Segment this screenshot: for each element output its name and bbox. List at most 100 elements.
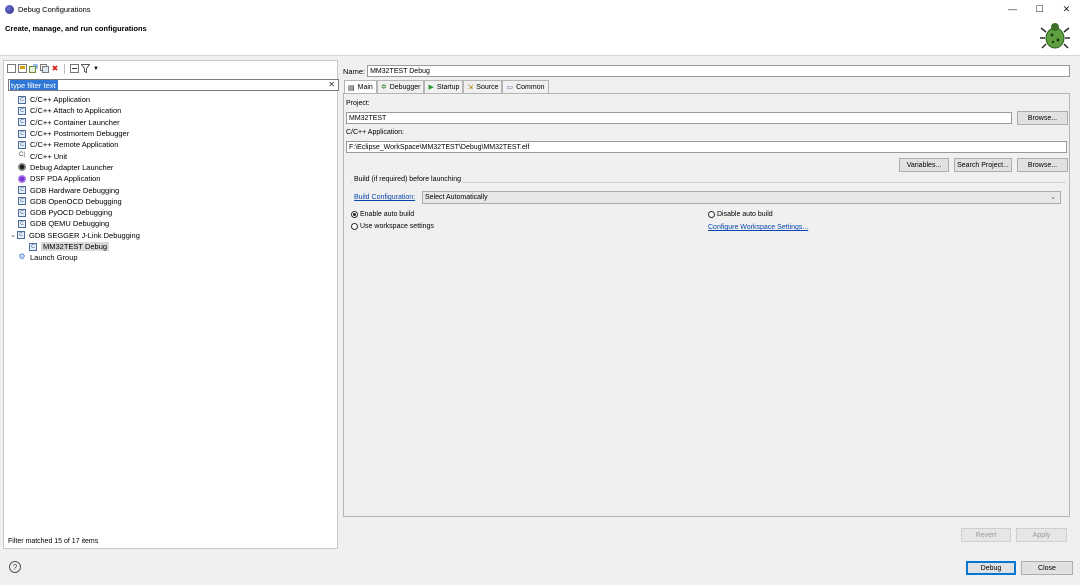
disable-auto-build-radio[interactable]: Disable auto build [708,211,773,218]
debug-bug-icon [1040,20,1070,52]
filter-icon[interactable] [80,64,90,74]
help-icon[interactable]: ? [9,561,21,573]
tree-item-mm32test-debug[interactable]: C MM32TEST Debug [4,241,334,252]
close-window-button[interactable]: ✕ [1053,0,1080,18]
config-tabs: ▤ Main ✲ Debugger ▶ Startup ⇲ Source ▭ C… [344,80,549,94]
project-label: Project: [346,100,370,107]
tree-item-label: Launch Group [30,253,78,263]
tree-item-label: DSF PDA Application [30,174,101,184]
browse-application-button[interactable]: Browse... [1017,158,1068,172]
tab-common[interactable]: ▭ Common [502,80,549,93]
clear-filter-icon[interactable]: ✕ [328,80,335,89]
tree-item-label: MM32TEST Debug [41,242,110,251]
name-row: Name: MM32TEST Debug [343,65,1071,77]
tab-label: Source [476,83,499,91]
tree-item-label: C/C++ Application [30,95,91,105]
tree-item-launch-group[interactable]: ⚙ Launch Group [4,252,334,263]
tree-item-c-cpp-attach[interactable]: C C/C++ Attach to Application [4,105,334,116]
debug-button[interactable]: Debug [966,561,1016,575]
tree-item-gdb-openocd[interactable]: C GDB OpenOCD Debugging [4,196,334,207]
tree-item-label: GDB OpenOCD Debugging [30,196,122,206]
c-config-icon: C [17,231,25,240]
filter-status-text: Filter matched 15 of 17 items [8,538,99,545]
tree-item-gdb-qemu[interactable]: C GDB QEMU Debugging [4,218,334,229]
tree-item-gdb-pyocd[interactable]: C GDB PyOCD Debugging [4,207,334,218]
use-workspace-settings-radio[interactable]: Use workspace settings [351,223,434,230]
configuration-editor-panel: Name: MM32TEST Debug ▤ Main ✲ Debugger ▶… [341,60,1077,549]
application-path-field[interactable]: F:\Eclipse_WorkSpace\MM32TEST\Debug\MM32… [346,141,1067,153]
tree-item-c-cpp-container[interactable]: C C/C++ Container Launcher [4,117,334,128]
tree-item-gdb-hardware[interactable]: C GDB Hardware Debugging [4,184,334,195]
apply-button[interactable]: Apply [1016,528,1067,542]
c-config-icon: C [18,106,26,115]
maximize-button[interactable]: ☐ [1026,0,1053,18]
variables-button[interactable]: Variables... [899,158,949,172]
view-menu-icon[interactable]: ▼ [91,64,101,74]
filter-input[interactable] [10,80,58,90]
main-tab-icon: ▤ [348,84,355,92]
tree-item-debug-adapter[interactable]: Debug Adapter Launcher [4,162,334,173]
tab-label: Main [357,84,373,91]
c-config-icon: C [18,186,26,195]
tab-source[interactable]: ⇲ Source [463,80,503,93]
tree-item-label: C/C++ Postmortem Debugger [30,129,130,139]
dsf-icon [18,174,26,183]
build-configuration-link[interactable]: Build Configuration: [354,194,415,201]
revert-button[interactable]: Revert [961,528,1011,542]
debug-adapter-icon [18,163,26,172]
c-config-icon: C [18,95,26,104]
c-unit-icon: C| [19,152,25,159]
radio-label: Disable auto build [717,211,773,218]
filter-input-wrapper: ✕ [8,79,339,91]
c-config-icon: C [18,140,26,149]
chevron-down-icon: ⌄ [1050,194,1056,201]
radio-label: Use workspace settings [360,223,434,230]
tab-startup[interactable]: ▶ Startup [424,80,464,93]
launch-config-tree: C C/C++ Application C C/C++ Attach to Ap… [4,94,334,263]
tree-item-label: GDB Hardware Debugging [30,185,120,195]
tree-item-c-cpp-application[interactable]: C C/C++ Application [4,94,334,105]
name-field[interactable]: MM32TEST Debug [367,65,1071,77]
radio-unselected-icon [708,211,715,218]
browse-project-button[interactable]: Browse... [1017,111,1068,125]
enable-auto-build-radio[interactable]: Enable auto build [351,211,414,218]
startup-tab-icon: ▶ [428,84,434,91]
tree-item-gdb-segger-jlink[interactable]: ⌄ C GDB SEGGER J-Link Debugging [4,230,334,241]
configure-workspace-settings-link[interactable]: Configure Workspace Settings... [708,224,808,231]
chevron-down-icon[interactable]: ⌄ [9,231,17,239]
build-configuration-select[interactable]: Select Automatically ⌄ [422,191,1061,204]
c-config-icon: C [18,118,26,127]
c-config-icon: C [29,242,37,251]
radio-selected-icon [351,211,358,218]
close-button[interactable]: Close [1021,561,1073,575]
project-field[interactable]: MM32TEST [346,112,1012,124]
tab-main[interactable]: ▤ Main [344,80,377,94]
tab-label: Debugger [389,83,421,91]
radio-unselected-icon [351,223,358,230]
tree-item-c-cpp-remote[interactable]: C C/C++ Remote Application [4,139,334,150]
c-config-icon: C [18,208,26,217]
minimize-button[interactable]: — [999,0,1026,18]
dialog-header: Create, manage, and run configurations [0,18,1080,56]
launch-group-icon: ⚙ [18,251,26,261]
tab-debugger[interactable]: ✲ Debugger [376,80,425,93]
search-project-button[interactable]: Search Project... [954,158,1012,172]
collapse-all-icon[interactable] [69,64,79,74]
dialog-header-title: Create, manage, and run configurations [5,24,147,33]
tab-label: Common [516,83,545,91]
configuration-list-panel: ✖ ▼ ✕ C C/C++ Application C C/C++ Attach… [3,60,339,549]
duplicate-icon[interactable] [39,64,49,74]
tree-item-dsf-pda[interactable]: DSF PDA Application [4,173,334,184]
c-config-icon: C [18,197,26,206]
tree-item-label: C/C++ Container Launcher [30,117,120,127]
window-controls: — ☐ ✕ [999,0,1080,18]
tree-item-c-cpp-postmortem[interactable]: C C/C++ Postmortem Debugger [4,128,334,139]
tree-item-c-cpp-unit[interactable]: C| C/C++ Unit [4,150,334,161]
main-tab-content: Project: MM32TEST Browse... C/C++ Applic… [343,93,1070,517]
c-config-icon: C [18,219,26,228]
export-icon[interactable] [28,64,38,74]
new-config-icon[interactable] [6,64,16,74]
tree-item-label: GDB PyOCD Debugging [30,208,113,218]
new-prototype-icon[interactable] [17,64,27,74]
delete-icon[interactable]: ✖ [50,64,60,74]
